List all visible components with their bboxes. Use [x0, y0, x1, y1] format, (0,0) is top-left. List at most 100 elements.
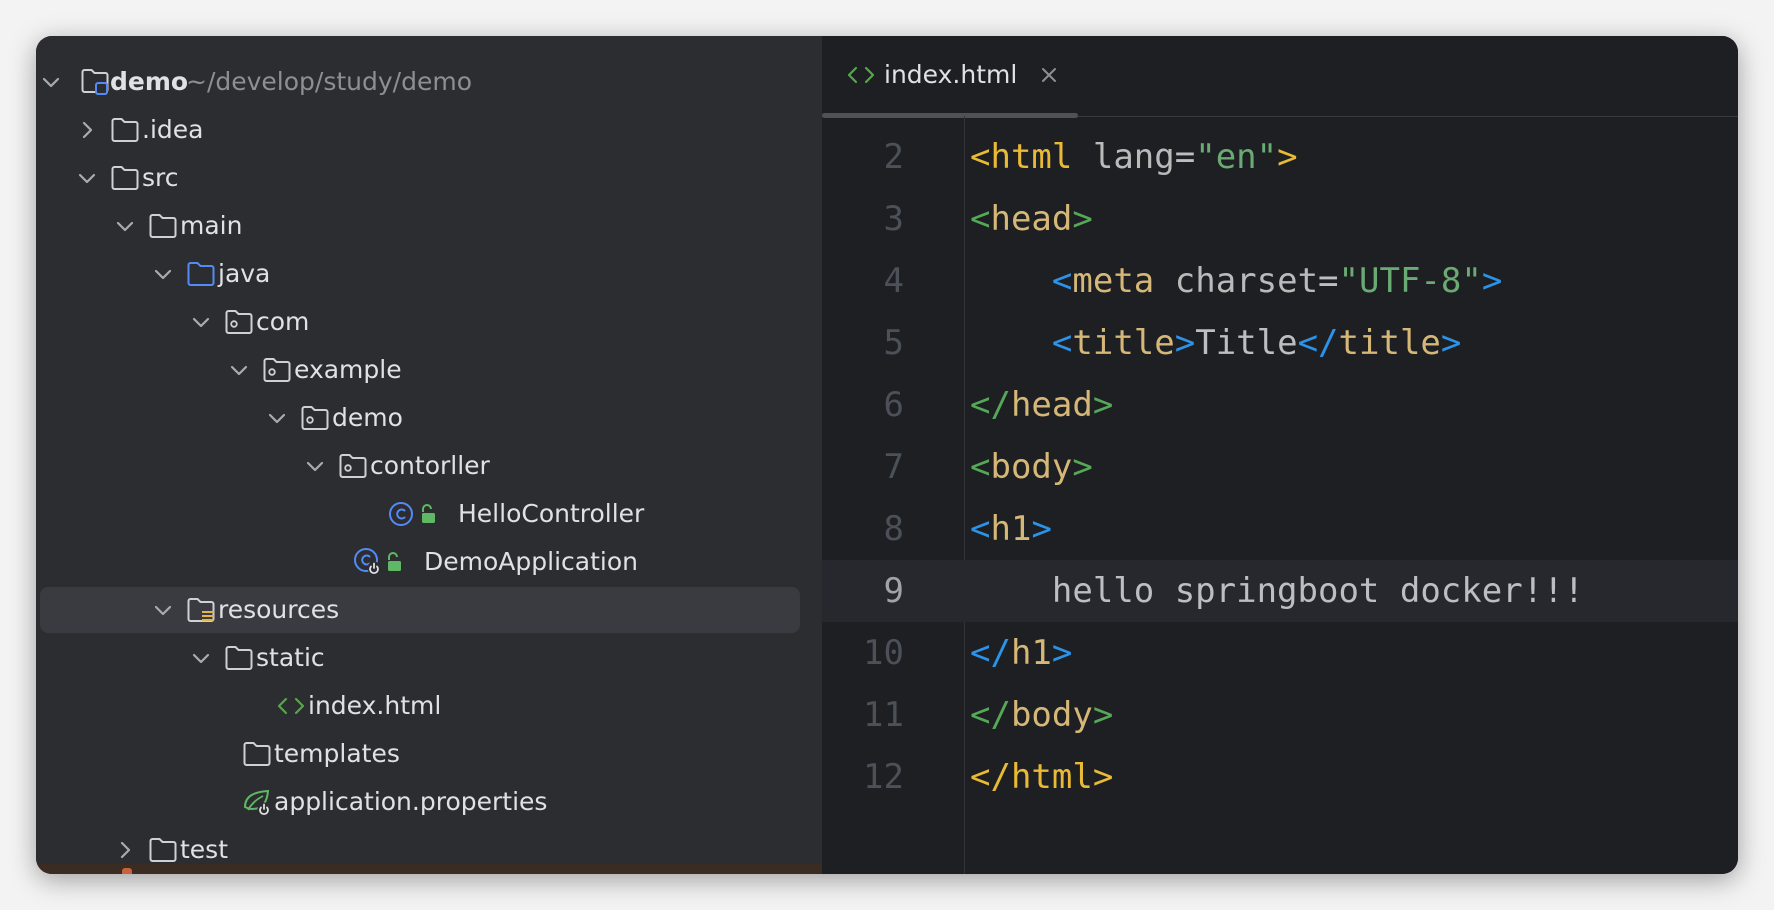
- code-token: body: [990, 447, 1073, 487]
- code-token: title: [1072, 323, 1175, 363]
- code-text: <meta charset="UTF-8">: [970, 250, 1502, 312]
- tree-row-main[interactable]: main: [40, 203, 800, 249]
- code-token: =: [1318, 261, 1339, 301]
- code-token: </: [970, 695, 1011, 735]
- tree-row-com[interactable]: com: [40, 299, 800, 345]
- tree-row-static[interactable]: static: [40, 635, 800, 681]
- tree-item-label: index.html: [308, 691, 442, 720]
- active-tab-indicator: [822, 113, 1078, 118]
- code-token: >: [1092, 695, 1114, 735]
- chevron-down-icon[interactable]: [190, 635, 218, 681]
- tree-row-idea[interactable]: .idea: [40, 107, 800, 153]
- code-line: 2 <html lang="en">: [822, 126, 1738, 188]
- code-text: <html lang="en">: [970, 126, 1298, 188]
- resources-folder-icon: [186, 587, 220, 633]
- chevron-down-icon[interactable]: [266, 395, 294, 441]
- html-file-icon: [276, 683, 310, 729]
- tree-item-label: example: [294, 355, 402, 384]
- line-number: 7: [883, 447, 904, 487]
- tab-index-html[interactable]: index.html: [822, 36, 1078, 118]
- code-text: </html>: [970, 746, 1113, 808]
- html-file-icon: [846, 58, 880, 92]
- tree-row-templates[interactable]: templates: [40, 731, 800, 777]
- tree-item-label: main: [180, 211, 243, 240]
- code-line: 3 <head>: [822, 188, 1738, 250]
- chevron-down-icon[interactable]: [304, 443, 332, 489]
- spring-boot-class-icon: [353, 539, 387, 585]
- line-number: 2: [883, 137, 904, 177]
- tree-row-src[interactable]: src: [40, 155, 800, 201]
- tree-row-hellocontroller[interactable]: HelloController: [40, 491, 800, 537]
- code-token: meta: [1072, 261, 1155, 301]
- code-token: =: [1174, 137, 1196, 177]
- code-text: <title>Title</title>: [970, 312, 1461, 374]
- tree-row-resources[interactable]: resources: [40, 587, 800, 633]
- chevron-down-icon[interactable]: [190, 299, 218, 345]
- code-token: <: [970, 199, 991, 239]
- ide-window: demo ~/develop/study/demo .idea src main java…: [36, 36, 1738, 874]
- chevron-down-icon[interactable]: [152, 587, 180, 633]
- code-token: Title: [1195, 323, 1298, 363]
- folder-icon: [110, 155, 144, 201]
- code-token: >: [1440, 323, 1462, 363]
- code-line: 11 </body>: [822, 684, 1738, 746]
- code-token: <: [970, 509, 991, 549]
- code-token: <: [1051, 323, 1073, 363]
- code-token: >: [1092, 757, 1114, 797]
- code-token: </: [970, 633, 1011, 673]
- code-line: 10 </h1>: [822, 622, 1738, 684]
- tree-row-index-html[interactable]: index.html: [40, 683, 800, 729]
- chevron-down-icon[interactable]: [76, 155, 104, 201]
- line-number: 4: [883, 261, 904, 301]
- tree-item-label: templates: [274, 739, 400, 768]
- tree-row-demo[interactable]: demo: [40, 395, 800, 441]
- code-token: >: [1072, 199, 1093, 239]
- code-token: >: [1174, 323, 1196, 363]
- editor-tab-bar: index.html: [822, 36, 1738, 118]
- tree-row-contorller[interactable]: contorller: [40, 443, 800, 489]
- line-number: 6: [883, 385, 904, 425]
- code-text: <head>: [970, 188, 1093, 250]
- code-token: <: [970, 137, 991, 177]
- tree-row-application-properties[interactable]: application.properties: [40, 779, 800, 825]
- code-token: </: [1297, 323, 1339, 363]
- close-icon[interactable]: [1040, 58, 1064, 92]
- chevron-down-icon[interactable]: [114, 203, 142, 249]
- code-text: </h1>: [970, 622, 1072, 684]
- project-tree-panel: demo ~/develop/study/demo .idea src main java…: [36, 36, 822, 874]
- chevron-down-icon[interactable]: [152, 251, 180, 297]
- tree-item-label: HelloController: [458, 499, 645, 528]
- package-icon: [338, 443, 372, 489]
- chevron-down-icon[interactable]: [40, 59, 68, 105]
- package-icon: [224, 299, 258, 345]
- code-token: <: [970, 447, 991, 487]
- chevron-down-icon[interactable]: [228, 347, 256, 393]
- package-icon: [262, 347, 296, 393]
- tree-row-example[interactable]: example: [40, 347, 800, 393]
- code-token: h1: [990, 509, 1032, 549]
- lock-open-icon: [385, 539, 407, 585]
- code-text: </head>: [970, 374, 1113, 436]
- tree-row-root-demo[interactable]: demo ~/develop/study/demo: [40, 59, 800, 105]
- code-token: >: [1481, 261, 1503, 301]
- chevron-right-icon[interactable]: [76, 107, 104, 153]
- tree-item-label: .idea: [142, 115, 204, 144]
- line-number: 3: [883, 199, 904, 239]
- line-number: 10: [863, 633, 904, 673]
- tree-row-java[interactable]: java: [40, 251, 800, 297]
- code-token: head: [990, 199, 1073, 239]
- tree-row-demoapplication[interactable]: DemoApplication: [40, 539, 800, 585]
- tree-item-label: application.properties: [274, 787, 548, 816]
- lock-open-icon: [419, 491, 441, 537]
- code-text: hello springboot docker!!!: [970, 560, 1584, 622]
- code-token: lang: [1092, 137, 1175, 177]
- project-name: demo: [110, 67, 189, 96]
- package-icon: [300, 395, 334, 441]
- tree-item-label: com: [256, 307, 310, 336]
- code-token: head: [1010, 385, 1093, 425]
- code-token: h1: [1010, 633, 1052, 673]
- tree-item-label: java: [218, 259, 271, 288]
- source-folder-icon: [186, 251, 220, 297]
- code-token: html: [1010, 757, 1093, 797]
